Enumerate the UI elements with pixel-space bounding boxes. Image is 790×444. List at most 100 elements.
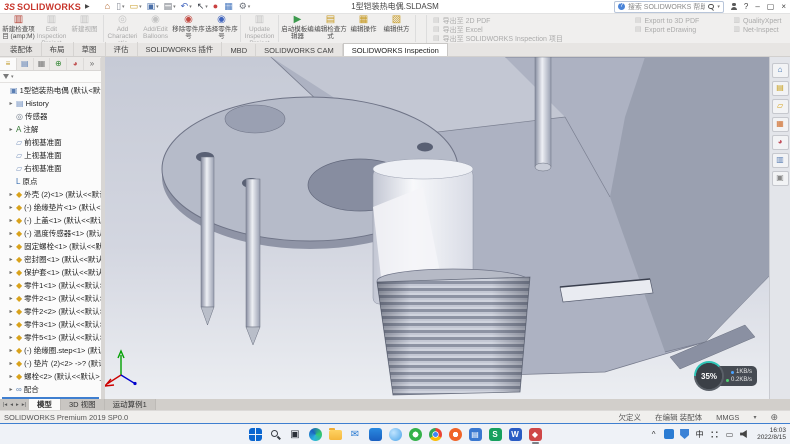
solidworks-resources-icon[interactable]: ⌂ (772, 63, 789, 78)
edge-icon[interactable] (309, 428, 322, 441)
tree-item[interactable]: ◎ 传感器 (0, 110, 101, 123)
tree-item[interactable]: ▸ ◆ 零件2<2> (默认<<默认>_显示状态>) (0, 305, 101, 318)
tab-solidworks-addins[interactable]: SOLIDWORKS 插件 (138, 42, 223, 56)
filter-caret-icon[interactable]: ▾ (11, 74, 14, 80)
tab-solidworks-inspection[interactable]: SOLIDWORKS Inspection (343, 43, 448, 56)
tree-item[interactable]: ▸ ◆ 零件1<1> (默认<<默认>_显示状态>) (0, 279, 101, 292)
word-icon[interactable]: W (509, 428, 522, 441)
mail-icon[interactable]: ✉ (349, 428, 362, 441)
doc-tab-motion-study[interactable]: 运动算例1 (105, 399, 156, 410)
weather-icon[interactable] (389, 428, 402, 441)
edit-inspection-methods-button[interactable]: ▤ 编辑检查方式 (314, 15, 347, 42)
tree-item[interactable]: ▸ ◆ 零件5<1> (默认<<默认>_显示状态>) (0, 331, 101, 344)
tree-item[interactable]: ▸ ◆ (-) 绝缘垫片<1> (默认<<默认>_显示状态>) (0, 201, 101, 214)
select-cursor-icon[interactable]: ↖ ▾ (196, 2, 209, 11)
expand-arrow-icon[interactable]: ▸ (8, 295, 14, 302)
start-button-icon[interactable] (249, 428, 262, 441)
view-palette-icon[interactable]: ▦ (772, 117, 789, 132)
security-shield-icon[interactable] (680, 429, 689, 439)
close-button[interactable]: × (781, 2, 786, 11)
volume-icon[interactable] (740, 430, 749, 439)
home-icon[interactable]: ⌂ (104, 2, 112, 11)
help-search-box[interactable]: ? 搜索 SOLIDWORKS 帮助 ▾ (614, 1, 724, 13)
tree-item[interactable]: ▱ 右视基准面 (0, 162, 101, 175)
remote-desktop-icon[interactable]: ▤ (469, 428, 482, 441)
tree-item[interactable]: ▸ ◆ 密封圈<1> (默认<<默认>_显示状态>) (0, 253, 101, 266)
status-globe-icon[interactable]: ⊕ (770, 412, 778, 423)
model-threaded-section[interactable] (377, 269, 530, 395)
new-document-icon[interactable]: ▯ ▾ (115, 2, 125, 11)
expand-arrow-icon[interactable]: ▸ (8, 282, 14, 289)
tree-item[interactable]: ▸ ◆ 保护套<1> (默认<<默认>_显示状态>) (0, 266, 101, 279)
select-balloons-button[interactable]: ◉ 选择零件序号 (205, 15, 241, 42)
custom-properties-icon[interactable]: ▥ (772, 153, 789, 168)
export-menu-item[interactable]: ▤ 导出至 SOLIDWORKS Inspection 项目 (433, 35, 563, 43)
doc-tab-3d-views[interactable]: 3D 视图 (61, 399, 105, 410)
search-icon[interactable] (708, 4, 714, 10)
remove-balloons-button[interactable]: ◉ 移除零件序号 (172, 15, 205, 42)
tree-item[interactable]: ▸ ◆ 零件2<1> (默认<<默认>_显示状态>) (0, 292, 101, 305)
tree-item[interactable]: ▸ ◆ 固定螺栓<1> (默认<<默认>_显示状态>) (0, 240, 101, 253)
search-caret-icon[interactable]: ▾ (717, 4, 720, 10)
expand-arrow-icon[interactable]: ▸ (8, 360, 14, 367)
pack-and-go-icon[interactable]: ▣ (772, 171, 789, 186)
appearances-icon[interactable]: ◕ (772, 135, 789, 150)
edit-suppliers-button[interactable]: ▧ 编辑供方 (380, 15, 416, 42)
tree-item[interactable]: ▸ ◆ 螺栓<2> (默认<<默认>_显示状态>) (0, 370, 101, 383)
help-button[interactable]: ? (744, 2, 748, 11)
tab-sketch[interactable]: 草图 (74, 42, 106, 56)
panel-tabs-overflow[interactable]: » (84, 58, 101, 70)
expand-arrow-icon[interactable]: ▸ (8, 204, 14, 211)
expand-arrow-icon[interactable]: ▸ (8, 386, 14, 393)
tree-item[interactable]: ▸ ◆ (-) 上盖<1> (默认<<默认>_显示状态>) (0, 214, 101, 227)
tree-item[interactable]: ▸ A 注解 (0, 123, 101, 136)
export-menu-item[interactable]: ▤ Export eDrawing (635, 26, 699, 34)
expand-arrow-icon[interactable]: ▸ (8, 373, 14, 380)
ime-mode-indicator[interactable]: 中 (695, 429, 704, 440)
export-menu-item[interactable]: ▤ 导出至 Excel (433, 26, 563, 34)
add-characteristic-button[interactable]: ◎ Add Characteristic (106, 15, 139, 42)
doc-tab-nav-arrow-icon[interactable]: ▸| (21, 402, 27, 408)
expand-arrow-icon[interactable]: ▸ (8, 347, 14, 354)
tab-layout[interactable]: 布局 (42, 42, 74, 56)
tree-item[interactable]: ▸ ◆ (-) 温度传感器<1> (默认<<默认>_显示状态>) (0, 227, 101, 240)
user-account-icon[interactable] (730, 3, 738, 11)
options-gear-icon[interactable]: ⚙ ▾ (238, 2, 252, 11)
new-view-button[interactable]: ▥ 新建视图 (68, 15, 104, 42)
solidworks-app-icon[interactable]: ◆ (529, 428, 542, 441)
tab-solidworks-cam[interactable]: SOLIDWORKS CAM (256, 44, 343, 56)
taskbar-clock[interactable]: 16:03 2022/8/15 (757, 427, 786, 442)
doc-tab-model[interactable]: 模型 (29, 399, 61, 410)
new-inspection-project-button[interactable]: ▥ 新建检查项目 (amp;M) (2, 15, 35, 42)
search-icon[interactable] (269, 428, 282, 441)
graphics-viewport[interactable]: 35% 1KB/s 0.2KB/s (105, 57, 769, 399)
doc-tab-nav-arrow-icon[interactable]: ◂ (9, 402, 14, 408)
onedrive-icon[interactable] (664, 429, 674, 439)
monitor-icon[interactable]: ▭ (725, 429, 734, 440)
design-library-icon[interactable]: ▤ (772, 81, 789, 96)
tree-root[interactable]: ▣ 1型铠装热电偶 (默认<默认_显示状态-1>) (0, 84, 101, 97)
open-icon[interactable]: ▭ ▾ (129, 2, 143, 11)
export-menu-item[interactable]: ▤ Export to 3D PDF (635, 17, 699, 25)
chrome-icon[interactable] (429, 428, 442, 441)
traffic-light-icon[interactable]: ● (212, 2, 220, 11)
file-explorer-icon[interactable]: ▱ (772, 99, 789, 114)
tree-item[interactable]: ▸ ◆ 外壳 (2)<1> (默认<<默认>_显示状态>) (0, 188, 101, 201)
displaymanager-tab[interactable]: ◕ (67, 58, 84, 70)
tab-evaluate[interactable]: 评估 (106, 42, 138, 56)
microsoft-store-icon[interactable] (369, 428, 382, 441)
edit-inspection-project-button[interactable]: ▥ Edit Inspection Project (35, 15, 68, 42)
task-view-icon[interactable]: ▣ (289, 428, 302, 441)
model-assembly[interactable] (105, 57, 769, 399)
tree-item[interactable]: ▸ ◆ (-) 绝缘圈.step<1> (默认<<默认>_显示状态>) (0, 344, 101, 357)
edit-operations-button[interactable]: ▦ 编辑操作 (347, 15, 380, 42)
expand-arrow-icon[interactable]: ▸ (8, 230, 14, 237)
memory-percent-badge[interactable]: 35% (694, 361, 724, 391)
featuremanager-tab[interactable]: ≡ (0, 58, 17, 70)
tree-item-mates[interactable]: ▸ ∞ 配合 (0, 383, 101, 396)
doc-tab-nav-arrow-icon[interactable]: |◂ (2, 402, 8, 408)
expand-arrow-icon[interactable]: ▸ (8, 243, 14, 250)
ime-keyboard-icon[interactable] (710, 430, 719, 439)
expand-arrow-icon[interactable]: ▸ (8, 334, 14, 341)
file-explorer-icon[interactable] (329, 430, 342, 440)
